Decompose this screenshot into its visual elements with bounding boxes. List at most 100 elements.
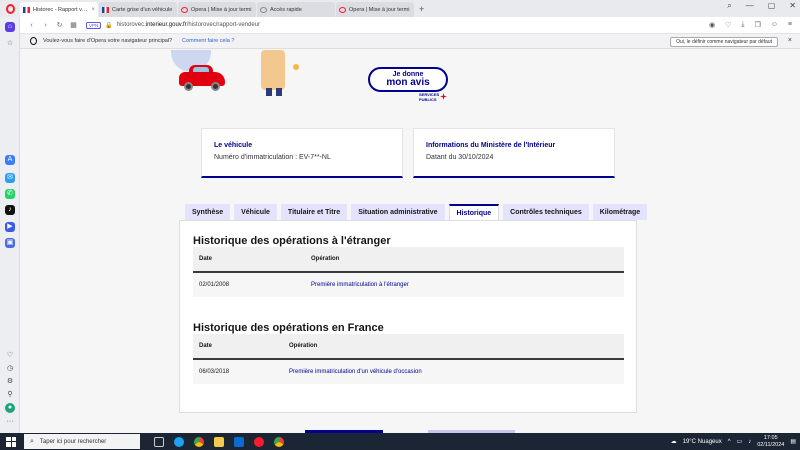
clock[interactable]: 17:05 02/11/2024	[757, 435, 784, 449]
search-tabs-icon[interactable]: ⌕	[727, 1, 731, 11]
browser-tab-opera-update-2[interactable]: Opera | Mise à jour termi	[336, 2, 414, 17]
services-publics-mark-icon	[440, 93, 447, 100]
tab-synthese[interactable]: Synthèse	[185, 204, 231, 220]
wallet-icon[interactable]: ●	[5, 403, 15, 413]
taskbar-search[interactable]: ⌕ Taper ici pour rechercher	[24, 434, 140, 449]
network-icon[interactable]: ▭	[737, 438, 743, 445]
table-row: 06/03/2018 Première immatriculation d'un…	[193, 360, 624, 384]
workspace-icon[interactable]: ▣	[5, 238, 15, 248]
cube-icon[interactable]: ❒	[754, 21, 760, 29]
table-header: Date Opération	[193, 247, 624, 273]
minimize-button[interactable]: —	[746, 1, 754, 11]
browser-tab-bar: Historec - Rapport vendeur × Carte grise…	[0, 0, 800, 17]
weather-text[interactable]: 19°C Nuageux	[683, 439, 722, 445]
heart-icon[interactable]: ♡	[5, 351, 15, 361]
notification-icon[interactable]: ▤	[790, 438, 796, 445]
url-text[interactable]: historovec.interieur.gouv.fr/historovec/…	[117, 22, 260, 28]
windows-taskbar: ⌕ Taper ici pour rechercher ☁ 19°C Nuage…	[0, 433, 800, 450]
tab-vehicule[interactable]: Véhicule	[234, 204, 277, 220]
camera-icon[interactable]: ◉	[709, 21, 715, 29]
french-flag-icon	[102, 6, 109, 13]
messenger-icon[interactable]: ✉	[5, 173, 15, 183]
close-window-button[interactable]: ✕	[789, 1, 796, 11]
tab-kilometrage[interactable]: Kilométrage	[592, 204, 648, 220]
tab-label: Opera | Mise à jour termi	[191, 6, 252, 13]
chrome-icon-2[interactable]	[274, 436, 284, 447]
opera-taskbar-icon[interactable]	[254, 436, 264, 447]
tab-label: Accès rapide	[270, 6, 302, 13]
browser-tab-speed-dial[interactable]: Accès rapide	[257, 2, 335, 17]
tab-controles[interactable]: Contrôles techniques	[503, 204, 589, 220]
set-default-button[interactable]: Oui, le définir comme navigateur par déf…	[670, 37, 778, 47]
foreign-history-title: Historique des opérations à l'étranger	[193, 235, 391, 247]
grid-icon[interactable]: ▦	[68, 21, 79, 29]
default-browser-text: Voulez-vous faire d'Opera votre navigate…	[43, 38, 173, 44]
volume-icon[interactable]: ♪	[748, 439, 751, 445]
heart-icon[interactable]: ♡	[725, 21, 731, 29]
back-icon[interactable]: ‹	[26, 22, 37, 29]
tab-label: Carte grise d'un véhicule	[112, 6, 173, 13]
vehicle-card: Le véhicule Numéro d'immatriculation : E…	[201, 128, 403, 178]
close-tab-icon[interactable]: ×	[91, 7, 95, 13]
col-date: Date	[199, 343, 213, 349]
row-operation: Première immatriculation d'un véhicule d…	[289, 369, 422, 375]
how-to-link[interactable]: Comment faire cela ?	[182, 38, 234, 44]
file-explorer-icon[interactable]	[214, 436, 224, 447]
row-operation: Première immatriculation à l'étranger	[311, 282, 409, 288]
home-icon[interactable]: ⌂	[5, 22, 15, 32]
opera-icon	[339, 6, 346, 13]
browser-tab-carte-grise[interactable]: Carte grise d'un véhicule	[99, 2, 177, 17]
tiktok-icon[interactable]: ♪	[5, 205, 15, 215]
download-icon[interactable]: ⤓	[741, 21, 744, 29]
tab-situation[interactable]: Situation administrative	[351, 204, 445, 220]
opera-menu-button[interactable]	[0, 0, 20, 17]
star-icon[interactable]: ☆	[5, 39, 15, 49]
history-icon[interactable]: ◷	[5, 364, 15, 374]
mail-icon[interactable]	[234, 436, 244, 447]
lock-icon[interactable]: 🔒	[105, 22, 112, 29]
col-operation: Opération	[289, 343, 318, 349]
browser-tab-historovec[interactable]: Historec - Rapport vendeur ×	[20, 2, 98, 17]
edge-icon[interactable]	[174, 436, 184, 447]
vpn-badge[interactable]: VPN	[86, 21, 102, 29]
more-icon[interactable]: ···	[5, 417, 15, 427]
close-icon[interactable]: ×	[788, 37, 792, 44]
ministry-card-title: Informations du Ministère de l'Intérieur	[426, 142, 556, 149]
new-tab-button[interactable]: +	[419, 2, 424, 17]
whatsapp-icon[interactable]: ✆	[5, 189, 15, 199]
system-tray: ☁ 19°C Nuageux ^ ▭ ♪ 17:05 02/11/2024 ▤	[671, 433, 796, 450]
profile-icon[interactable]: ☺	[771, 21, 778, 29]
aria-icon[interactable]: A	[5, 155, 15, 165]
feedback-line2: mon avis	[386, 77, 430, 88]
settings-icon[interactable]: ⚙	[5, 377, 15, 387]
task-view-icon[interactable]	[154, 436, 164, 447]
forward-icon[interactable]: ›	[40, 22, 51, 29]
windows-start-icon[interactable]	[6, 436, 16, 447]
table-header: Date Opération	[193, 334, 624, 360]
browser-tab-opera-update[interactable]: Opera | Mise à jour termi	[178, 2, 256, 17]
maximize-button[interactable]: ▢	[768, 1, 776, 11]
registration-number: Numéro d'immatriculation : EV-7**-NL	[214, 154, 331, 161]
foreign-history-table: Date Opération 02/01/2008 Première immat…	[193, 247, 624, 297]
vehicle-card-title: Le véhicule	[214, 142, 253, 149]
speed-dial-icon	[260, 6, 267, 13]
tray-chevron-icon[interactable]: ^	[728, 439, 731, 445]
player-icon[interactable]: ▶	[5, 222, 15, 232]
location-icon[interactable]: ⚲	[5, 390, 15, 400]
cloud-icon: ☁	[670, 439, 677, 445]
report-date: Datant du 30/10/2024	[426, 154, 494, 161]
address-bar-actions: ◉ ♡ ⤓ ❒ ☺ ≡	[709, 21, 792, 29]
page-content: Je donne mon avis SERVICES PUBLICS Le vé…	[21, 50, 800, 433]
give-feedback-button[interactable]: Je donne mon avis	[368, 67, 448, 92]
reload-icon[interactable]: ↻	[54, 21, 65, 29]
tab-historique[interactable]: Historique	[448, 204, 500, 220]
menu-icon[interactable]: ≡	[788, 21, 792, 29]
taskbar-apps	[154, 436, 284, 447]
tab-titulaire[interactable]: Titulaire et Titre	[280, 204, 348, 220]
col-date: Date	[199, 256, 213, 262]
row-date: 02/01/2008	[199, 282, 230, 288]
window-controls: ⌕ — ▢ ✕	[727, 1, 796, 11]
address-bar: ‹ › ↻ ▦ VPN 🔒 historovec.interieur.gouv.…	[20, 17, 800, 34]
chrome-icon[interactable]	[194, 436, 204, 447]
opera-icon	[181, 6, 188, 13]
